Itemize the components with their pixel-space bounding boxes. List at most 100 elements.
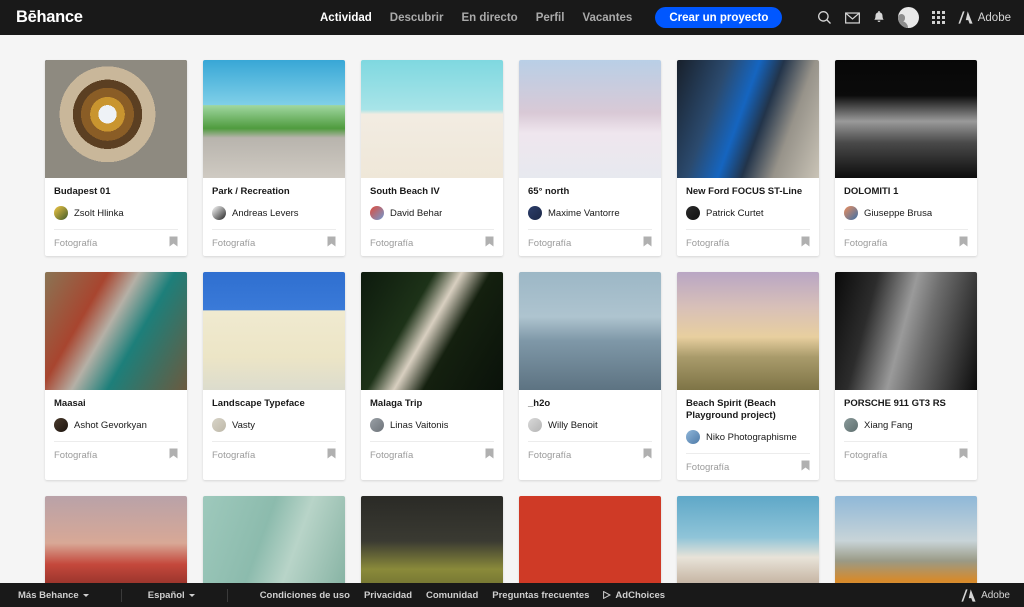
- project-title: _h2o: [528, 398, 551, 409]
- project-card[interactable]: 65° north Maxime Vantorre Fotografía: [519, 60, 661, 256]
- more-behance-label: Más Behance: [18, 589, 79, 601]
- project-owner[interactable]: Patrick Curtet: [686, 206, 810, 229]
- adchoices-link[interactable]: AdChoices: [603, 590, 665, 601]
- project-owner[interactable]: Niko Photographisme: [686, 430, 810, 453]
- avatar[interactable]: [897, 7, 919, 28]
- project-info: Budapest 01 Zsolt Hlinka: [45, 178, 187, 229]
- footer-adobe-link[interactable]: Adobe: [961, 588, 1010, 602]
- project-owner[interactable]: Vasty: [212, 418, 336, 441]
- project-thumbnail[interactable]: [361, 60, 503, 178]
- project-feed: Budapest 01 Zsolt Hlinka Fotografía Park…: [0, 35, 1024, 607]
- owner-avatar: [54, 206, 68, 220]
- bookmark-icon[interactable]: [959, 234, 968, 252]
- project-info: New Ford FOCUS ST-Line Patrick Curtet: [677, 178, 819, 229]
- bookmark-icon[interactable]: [327, 234, 336, 252]
- project-card[interactable]: Budapest 01 Zsolt Hlinka Fotografía: [45, 60, 187, 256]
- project-owner[interactable]: Andreas Levers: [212, 206, 336, 229]
- owner-name: Zsolt Hlinka: [74, 207, 124, 219]
- nav-item-perfil[interactable]: Perfil: [527, 12, 574, 24]
- project-thumbnail[interactable]: [203, 60, 345, 178]
- project-footer: Fotografía: [370, 229, 494, 256]
- footer-link[interactable]: Preguntas frecuentes: [492, 590, 589, 601]
- project-owner[interactable]: Willy Benoit: [528, 418, 652, 441]
- owner-avatar: [370, 418, 384, 432]
- owner-name: Willy Benoit: [548, 419, 598, 431]
- bookmark-icon[interactable]: [485, 446, 494, 464]
- bookmark-icon[interactable]: [643, 446, 652, 464]
- project-owner[interactable]: Zsolt Hlinka: [54, 206, 178, 229]
- project-title: New Ford FOCUS ST-Line: [686, 186, 803, 197]
- owner-name: Xiang Fang: [864, 419, 913, 431]
- project-info: Landscape Typeface Vasty: [203, 390, 345, 441]
- project-card[interactable]: Park / Recreation Andreas Levers Fotogra…: [203, 60, 345, 256]
- footer-link[interactable]: Condiciones de uso: [260, 590, 350, 601]
- bell-icon[interactable]: [873, 10, 885, 25]
- search-icon[interactable]: [817, 10, 832, 25]
- project-thumbnail[interactable]: [361, 272, 503, 390]
- bookmark-icon[interactable]: [327, 446, 336, 464]
- project-thumbnail[interactable]: [203, 272, 345, 390]
- project-owner[interactable]: Xiang Fang: [844, 418, 968, 441]
- owner-avatar: [212, 418, 226, 432]
- chevron-down-icon: [188, 593, 195, 597]
- project-grid: Budapest 01 Zsolt Hlinka Fotografía Park…: [0, 35, 1024, 607]
- project-category: Fotografía: [212, 237, 256, 249]
- project-title: Beach Spirit (Beach Playground project): [686, 398, 776, 421]
- project-card[interactable]: New Ford FOCUS ST-Line Patrick Curtet Fo…: [677, 60, 819, 256]
- project-card[interactable]: DOLOMITI 1 Giuseppe Brusa Fotografía: [835, 60, 977, 256]
- project-card[interactable]: Beach Spirit (Beach Playground project) …: [677, 272, 819, 480]
- behance-logo[interactable]: Bēhance: [16, 8, 83, 27]
- project-owner[interactable]: Ashot Gevorkyan: [54, 418, 178, 441]
- project-thumbnail[interactable]: [835, 60, 977, 178]
- project-owner[interactable]: Maxime Vantorre: [528, 206, 652, 229]
- project-thumbnail[interactable]: [519, 272, 661, 390]
- project-owner[interactable]: Linas Vaitonis: [370, 418, 494, 441]
- project-card[interactable]: South Beach IV David Behar Fotografía: [361, 60, 503, 256]
- mail-icon[interactable]: [844, 11, 860, 24]
- project-category: Fotografía: [370, 237, 414, 249]
- project-title: 65° north: [528, 186, 570, 197]
- bookmark-icon[interactable]: [801, 458, 810, 476]
- project-title: Landscape Typeface: [212, 398, 305, 409]
- project-thumbnail[interactable]: [677, 272, 819, 390]
- app-grid-icon[interactable]: [931, 11, 945, 24]
- project-category: Fotografía: [686, 461, 730, 473]
- bookmark-icon[interactable]: [643, 234, 652, 252]
- project-card[interactable]: Landscape Typeface Vasty Fotografía: [203, 272, 345, 480]
- nav-item-en-directo[interactable]: En directo: [452, 12, 526, 24]
- project-card[interactable]: PORSCHE 911 GT3 RS Xiang Fang Fotografía: [835, 272, 977, 480]
- project-card[interactable]: Malaga Trip Linas Vaitonis Fotografía: [361, 272, 503, 480]
- owner-name: Patrick Curtet: [706, 207, 764, 219]
- project-category: Fotografía: [686, 237, 730, 249]
- language-dropdown[interactable]: Español: [148, 590, 195, 601]
- nav-item-actividad[interactable]: Actividad: [311, 12, 381, 24]
- project-owner[interactable]: Giuseppe Brusa: [844, 206, 968, 229]
- adobe-link[interactable]: Adobe: [958, 11, 1011, 24]
- project-card[interactable]: Maasai Ashot Gevorkyan Fotografía: [45, 272, 187, 480]
- project-card[interactable]: _h2o Willy Benoit Fotografía: [519, 272, 661, 480]
- more-behance-dropdown[interactable]: Más Behance: [18, 590, 89, 601]
- owner-avatar: [528, 418, 542, 432]
- nav-item-vacantes[interactable]: Vacantes: [573, 12, 641, 24]
- bookmark-icon[interactable]: [485, 234, 494, 252]
- nav-item-descubrir[interactable]: Descubrir: [381, 12, 453, 24]
- bookmark-icon[interactable]: [801, 234, 810, 252]
- project-thumbnail[interactable]: [677, 60, 819, 178]
- bookmark-icon[interactable]: [169, 446, 178, 464]
- project-footer: Fotografía: [686, 453, 810, 480]
- project-owner[interactable]: David Behar: [370, 206, 494, 229]
- bookmark-icon[interactable]: [959, 446, 968, 464]
- project-title: PORSCHE 911 GT3 RS: [844, 398, 946, 409]
- project-title: DOLOMITI 1: [844, 186, 899, 197]
- project-thumbnail[interactable]: [519, 60, 661, 178]
- footer-link[interactable]: Privacidad: [364, 590, 412, 601]
- footer-link[interactable]: Comunidad: [426, 590, 478, 601]
- owner-avatar: [528, 206, 542, 220]
- project-thumbnail[interactable]: [835, 272, 977, 390]
- project-thumbnail[interactable]: [45, 272, 187, 390]
- project-thumbnail[interactable]: [45, 60, 187, 178]
- project-title: South Beach IV: [370, 186, 440, 197]
- adchoices-label: AdChoices: [615, 589, 666, 601]
- bookmark-icon[interactable]: [169, 234, 178, 252]
- create-project-button[interactable]: Crear un proyecto: [655, 7, 783, 28]
